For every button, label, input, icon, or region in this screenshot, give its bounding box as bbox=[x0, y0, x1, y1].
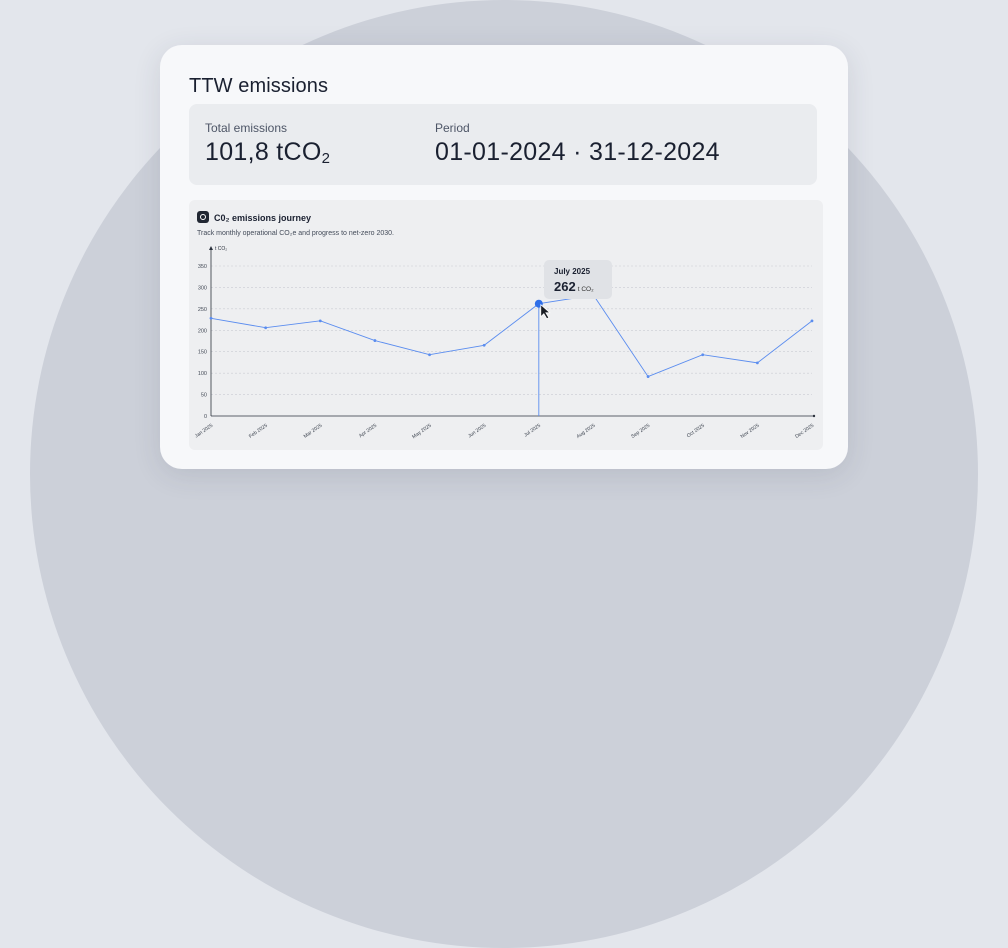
tooltip-unit: t CO₂ bbox=[577, 286, 594, 293]
leaf-icon bbox=[197, 211, 209, 223]
total-emissions-subscript: 2 bbox=[321, 150, 331, 167]
tooltip-value-row: 262 t CO₂ bbox=[554, 279, 594, 294]
tooltip-value: 262 bbox=[554, 279, 576, 294]
card-title: TTW emissions bbox=[189, 75, 329, 97]
emissions-card: TTW emissions Total emissions 101,8 tCO2… bbox=[160, 45, 848, 469]
total-emissions-stat: Total emissions 101,8 tCO2 bbox=[205, 121, 330, 167]
stats-panel: Total emissions 101,8 tCO2 Period 01-01-… bbox=[189, 104, 817, 185]
period-value: 01-01-2024 · 31-12-2024 bbox=[435, 138, 720, 166]
period-label: Period bbox=[435, 121, 470, 135]
data-tooltip: July 2025 262 t CO₂ bbox=[544, 260, 612, 299]
total-emissions-value: 101,8 tCO2 bbox=[205, 138, 330, 167]
total-emissions-label: Total emissions bbox=[205, 121, 288, 135]
chart-header: C0₂ emissions journey Track monthly oper… bbox=[197, 208, 394, 237]
chart-panel: C0₂ emissions journey Track monthly oper… bbox=[189, 200, 823, 450]
total-emissions-number: 101,8 tCO bbox=[205, 138, 322, 166]
period-stat: Period 01-01-2024 · 31-12-2024 bbox=[435, 121, 720, 167]
chart-title: C0₂ emissions journey bbox=[214, 213, 312, 223]
tooltip-title: July 2025 bbox=[554, 267, 591, 276]
chart-subtitle: Track monthly operational CO₂e and progr… bbox=[197, 230, 395, 237]
